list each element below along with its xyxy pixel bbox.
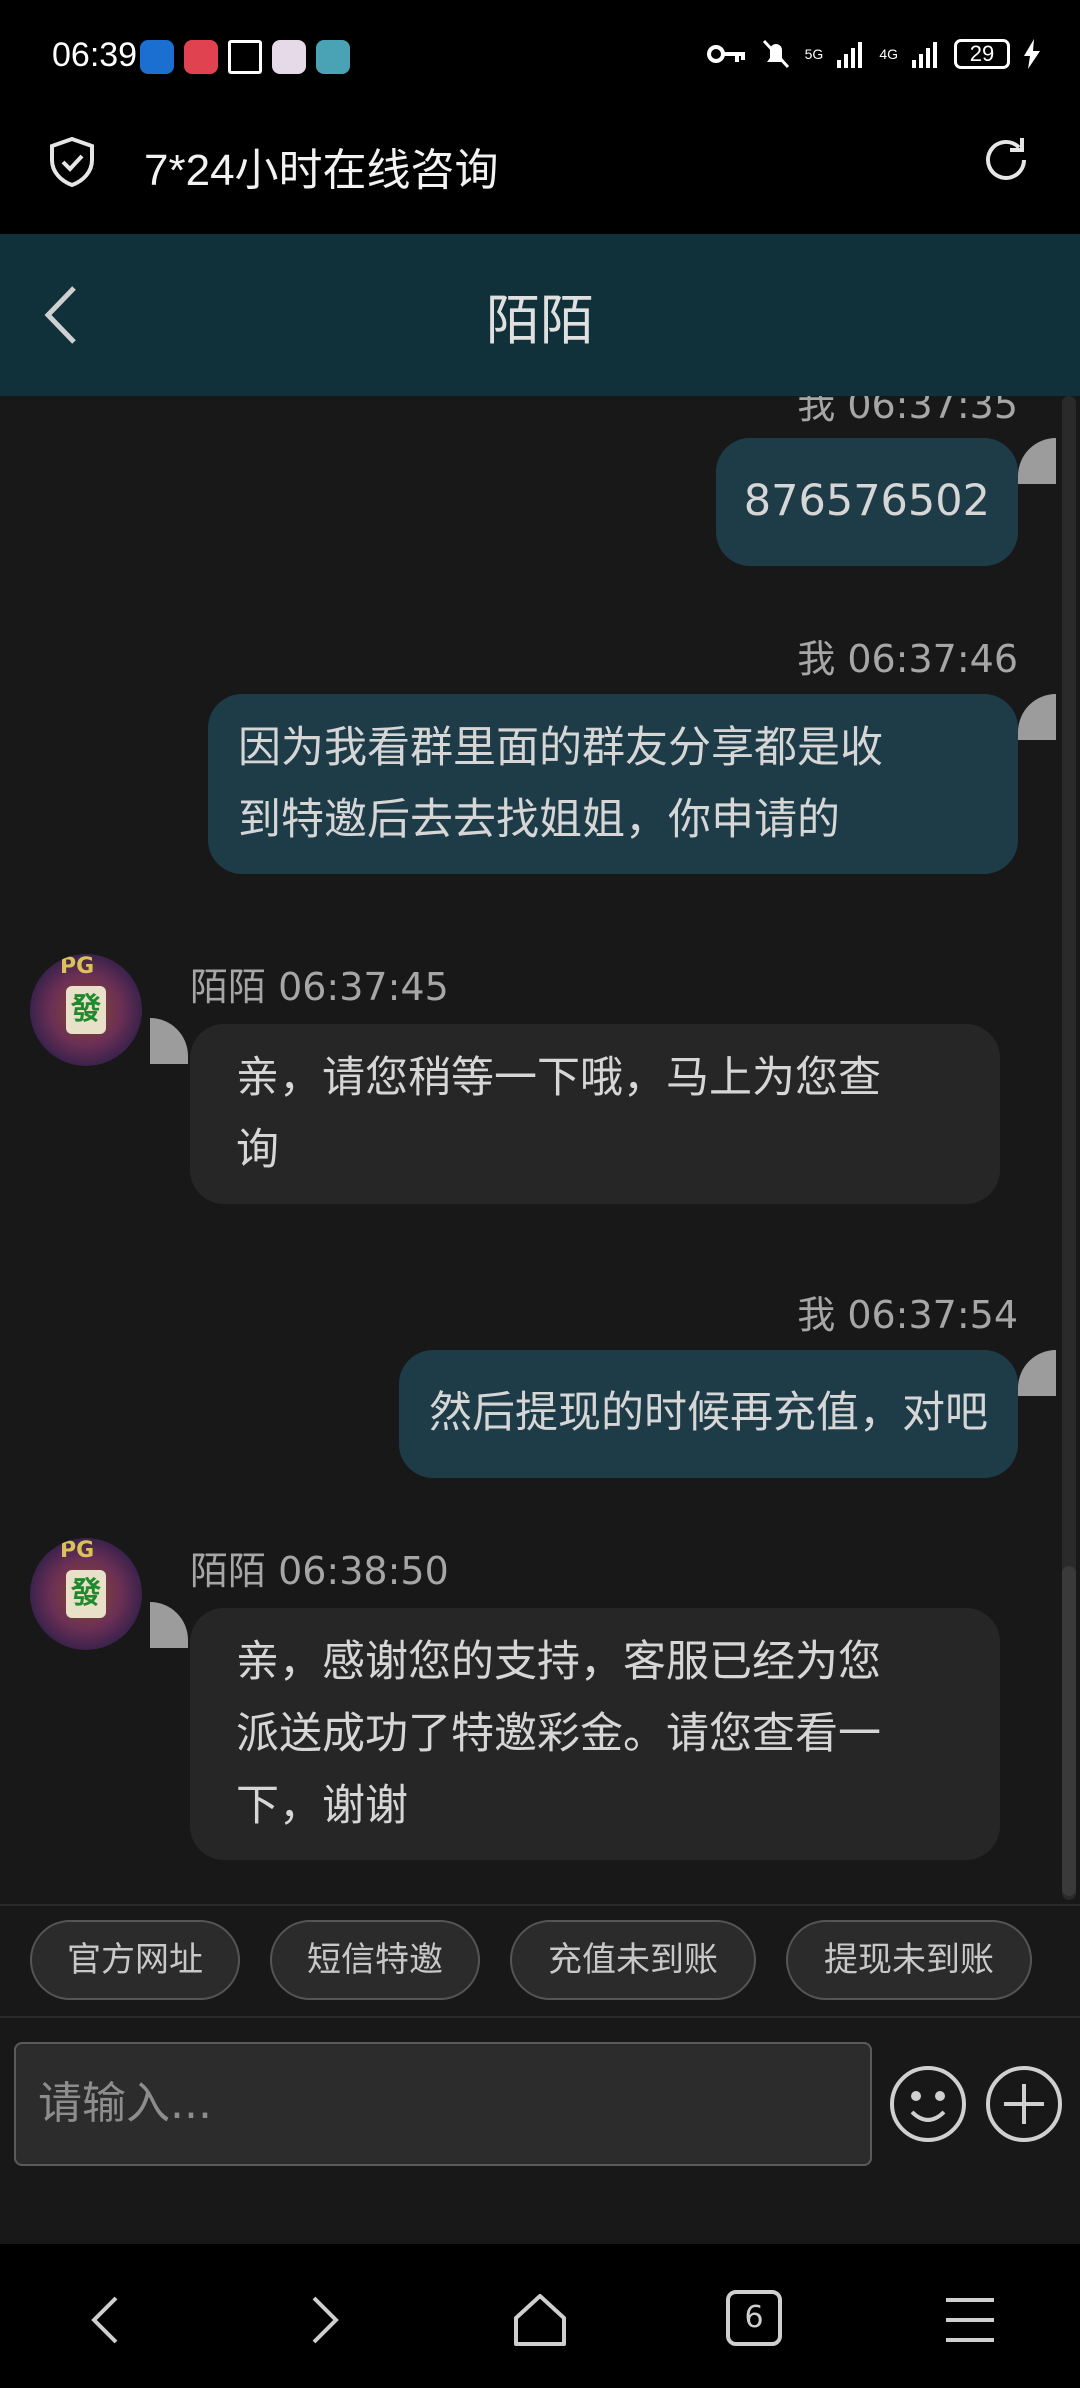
message-text-line: 因为我看群里面的群友分享都是收	[238, 723, 883, 773]
avatar[interactable]: PG 發	[30, 954, 142, 1066]
scrollbar-thumb[interactable]	[1062, 1566, 1076, 1896]
menu-icon[interactable]	[940, 2290, 1000, 2350]
message-meta: 我 06:37:46	[797, 637, 1018, 681]
vpn-key-icon	[706, 45, 745, 63]
add-icon[interactable]	[984, 2064, 1064, 2144]
message-bubble-them[interactable]: 亲，感谢您的支持，客服已经为您 派送成功了特邀彩金。请您查看一 下，谢谢	[190, 1608, 1000, 1860]
charging-icon	[1024, 39, 1040, 69]
nav-forward-icon[interactable]	[292, 2290, 352, 2350]
battery-indicator: 29	[954, 39, 1010, 69]
chat-header: 陌陌	[0, 234, 1080, 396]
avatar-badge: PG	[60, 954, 95, 979]
composer: 请输入...	[0, 2016, 1080, 2166]
browser-bar: 7*24小时在线咨询	[0, 120, 1080, 234]
composer-spacer	[0, 2166, 1080, 2244]
browser-nav-bar: 6	[0, 2244, 1080, 2388]
message-text-line: 派送成功了特邀彩金。请您查看一	[236, 1709, 881, 1759]
status-time: 06:39	[52, 36, 138, 74]
tabs-count-button[interactable]: 6	[726, 2290, 782, 2346]
mute-bell-icon	[762, 39, 789, 69]
message-text-line: 到特邀后去去找姐姐，你申请的	[238, 795, 840, 845]
avatar-badge: PG	[60, 1538, 95, 1563]
page-title: 7*24小时在线咨询	[144, 146, 499, 195]
book-app-icon	[184, 40, 218, 74]
avatar[interactable]: PG 發	[30, 1538, 142, 1650]
refresh-icon[interactable]	[978, 132, 1034, 188]
quick-reply-withdraw-missing[interactable]: 提现未到账	[786, 1920, 1032, 2000]
message-meta: 陌陌 06:37:45	[190, 965, 449, 1009]
message-text-line: 询	[236, 1125, 279, 1175]
status-bar: 06:39 5G 4G 29	[0, 0, 1080, 120]
signal-icon	[837, 42, 863, 68]
quick-reply-sms-invite[interactable]: 短信特邀	[270, 1920, 480, 2000]
contact-name: 陌陌	[486, 289, 594, 352]
notification-icons	[140, 40, 350, 74]
message-bubble-me[interactable]: 876576502	[715, 438, 1018, 566]
message-text: 876576502	[743, 476, 990, 526]
weather-app-icon	[316, 40, 350, 74]
bubble-tail	[1018, 1350, 1056, 1396]
emoji-icon[interactable]	[888, 2064, 968, 2144]
message-text-line: 下，谢谢	[236, 1781, 408, 1831]
quick-reply-deposit-missing[interactable]: 充值未到账	[510, 1920, 756, 2000]
bubble-tail	[150, 1602, 188, 1648]
message-bubble-me[interactable]: 然后提现的时候再充值，对吧	[399, 1350, 1018, 1478]
message-list[interactable]: 我 06:37:35 876576502 我 06:37:46 因为我看群里面的…	[0, 396, 1080, 1904]
message-text-line: 亲，请您稍等一下哦，马上为您查	[236, 1053, 881, 1103]
bubble-tail	[1018, 694, 1056, 740]
email-app-icon	[272, 40, 306, 74]
bubble-tail	[150, 1018, 188, 1064]
message-meta: 我 06:37:35	[797, 396, 1018, 427]
bubble-tail	[1018, 438, 1056, 484]
message-text: 然后提现的时候再充值，对吧	[429, 1388, 988, 1438]
nav-back-icon[interactable]	[78, 2290, 138, 2350]
mahjong-tile-icon: 發	[66, 986, 106, 1034]
message-input[interactable]: 请输入...	[14, 2042, 872, 2166]
app-notification-icon	[140, 40, 174, 74]
message-meta: 陌陌 06:38:50	[190, 1549, 449, 1593]
status-right: 5G 4G 29	[706, 38, 1040, 70]
mail-icon	[228, 40, 262, 74]
message-bubble-me[interactable]: 因为我看群里面的群友分享都是收 到特邀后去去找姐姐，你申请的	[208, 694, 1018, 874]
mahjong-tile-icon: 發	[66, 1570, 106, 1618]
signal-icon-2	[912, 42, 937, 68]
message-meta: 我 06:37:54	[797, 1293, 1018, 1337]
shield-check-icon[interactable]	[46, 136, 98, 188]
quick-reply-official-site[interactable]: 官方网址	[30, 1920, 240, 2000]
network-4g-label: 4G	[879, 46, 898, 62]
network-5g-label: 5G	[804, 46, 824, 62]
home-icon[interactable]	[510, 2290, 570, 2350]
quick-reply-bar: 官方网址 短信特邀 充值未到账 提现未到账	[0, 1904, 1080, 2016]
message-text-line: 亲，感谢您的支持，客服已经为您	[236, 1637, 881, 1687]
message-bubble-them[interactable]: 亲，请您稍等一下哦，马上为您查 询	[190, 1024, 1000, 1204]
